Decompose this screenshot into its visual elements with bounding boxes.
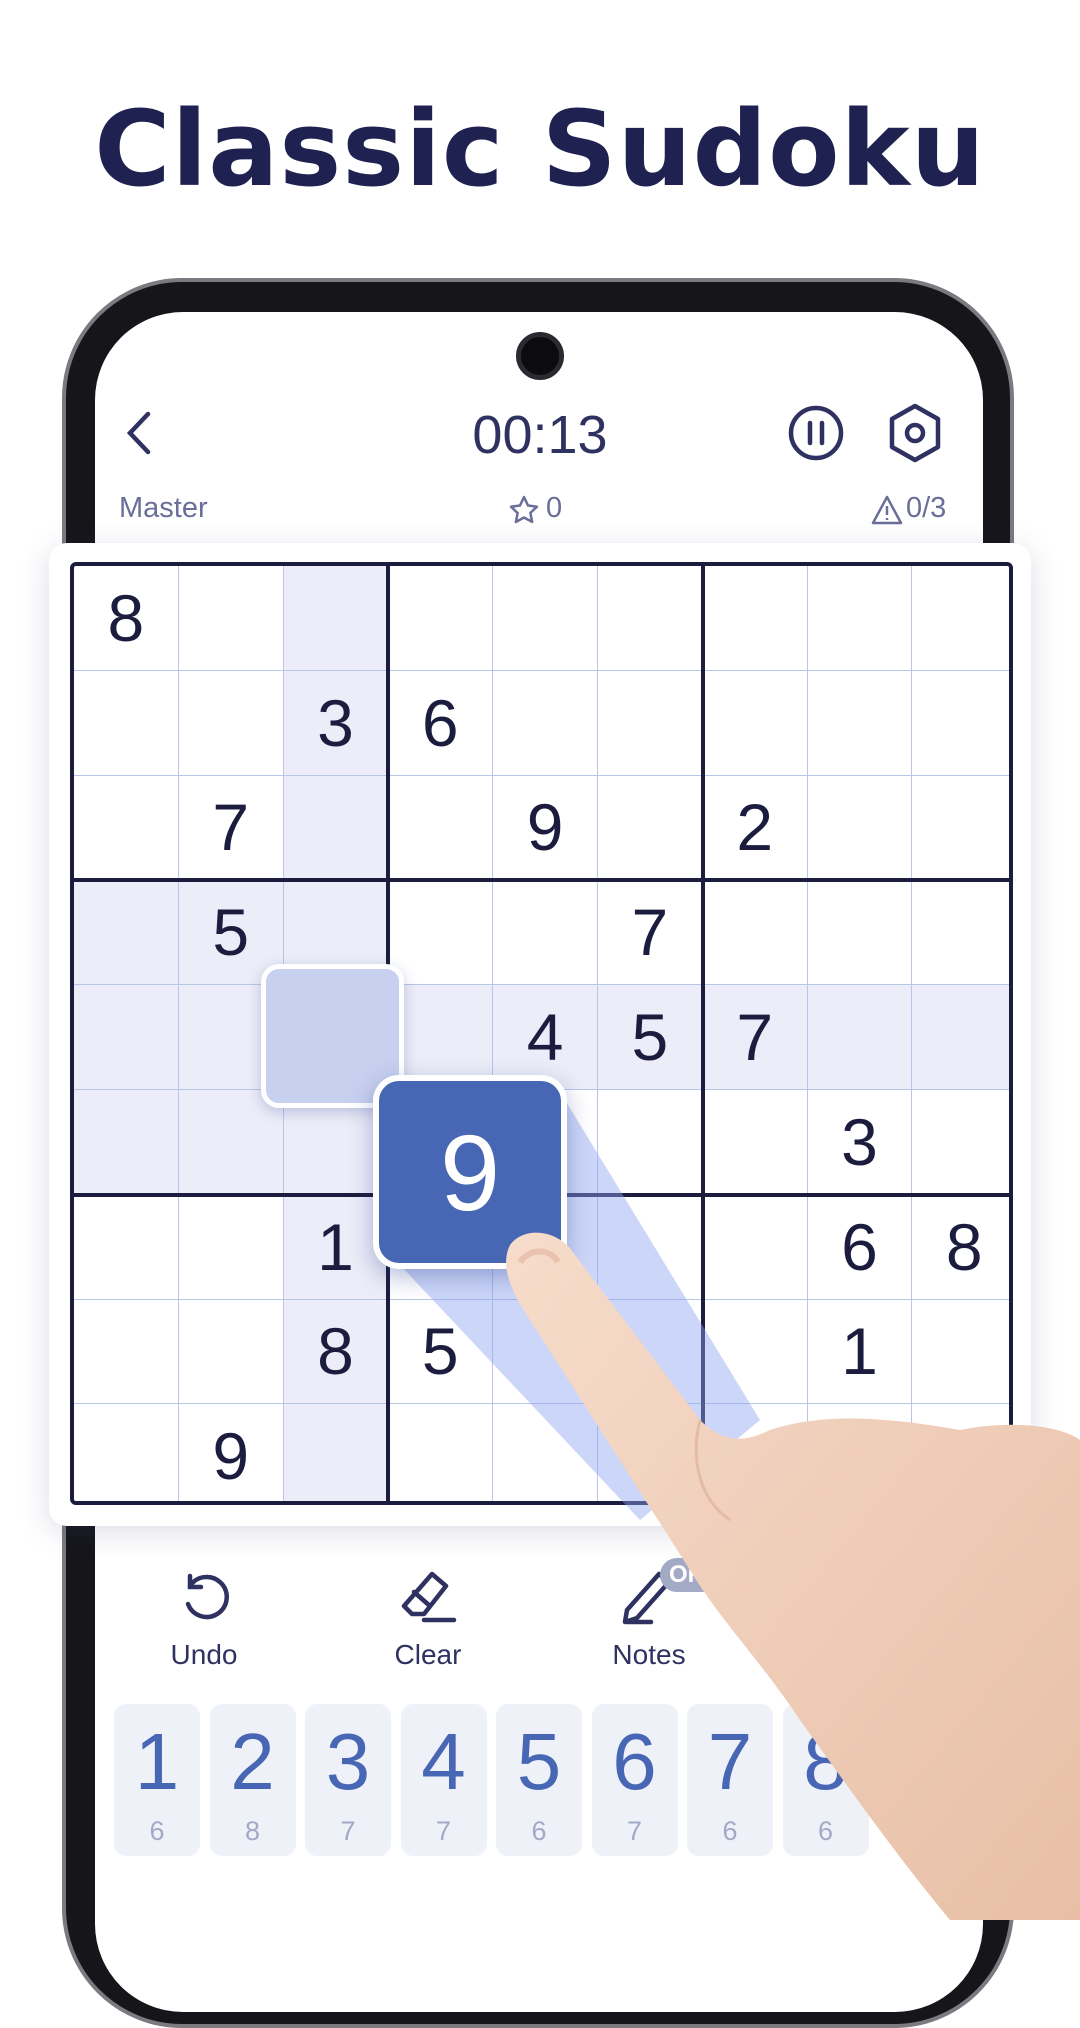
hand-image	[506, 1232, 1080, 1920]
